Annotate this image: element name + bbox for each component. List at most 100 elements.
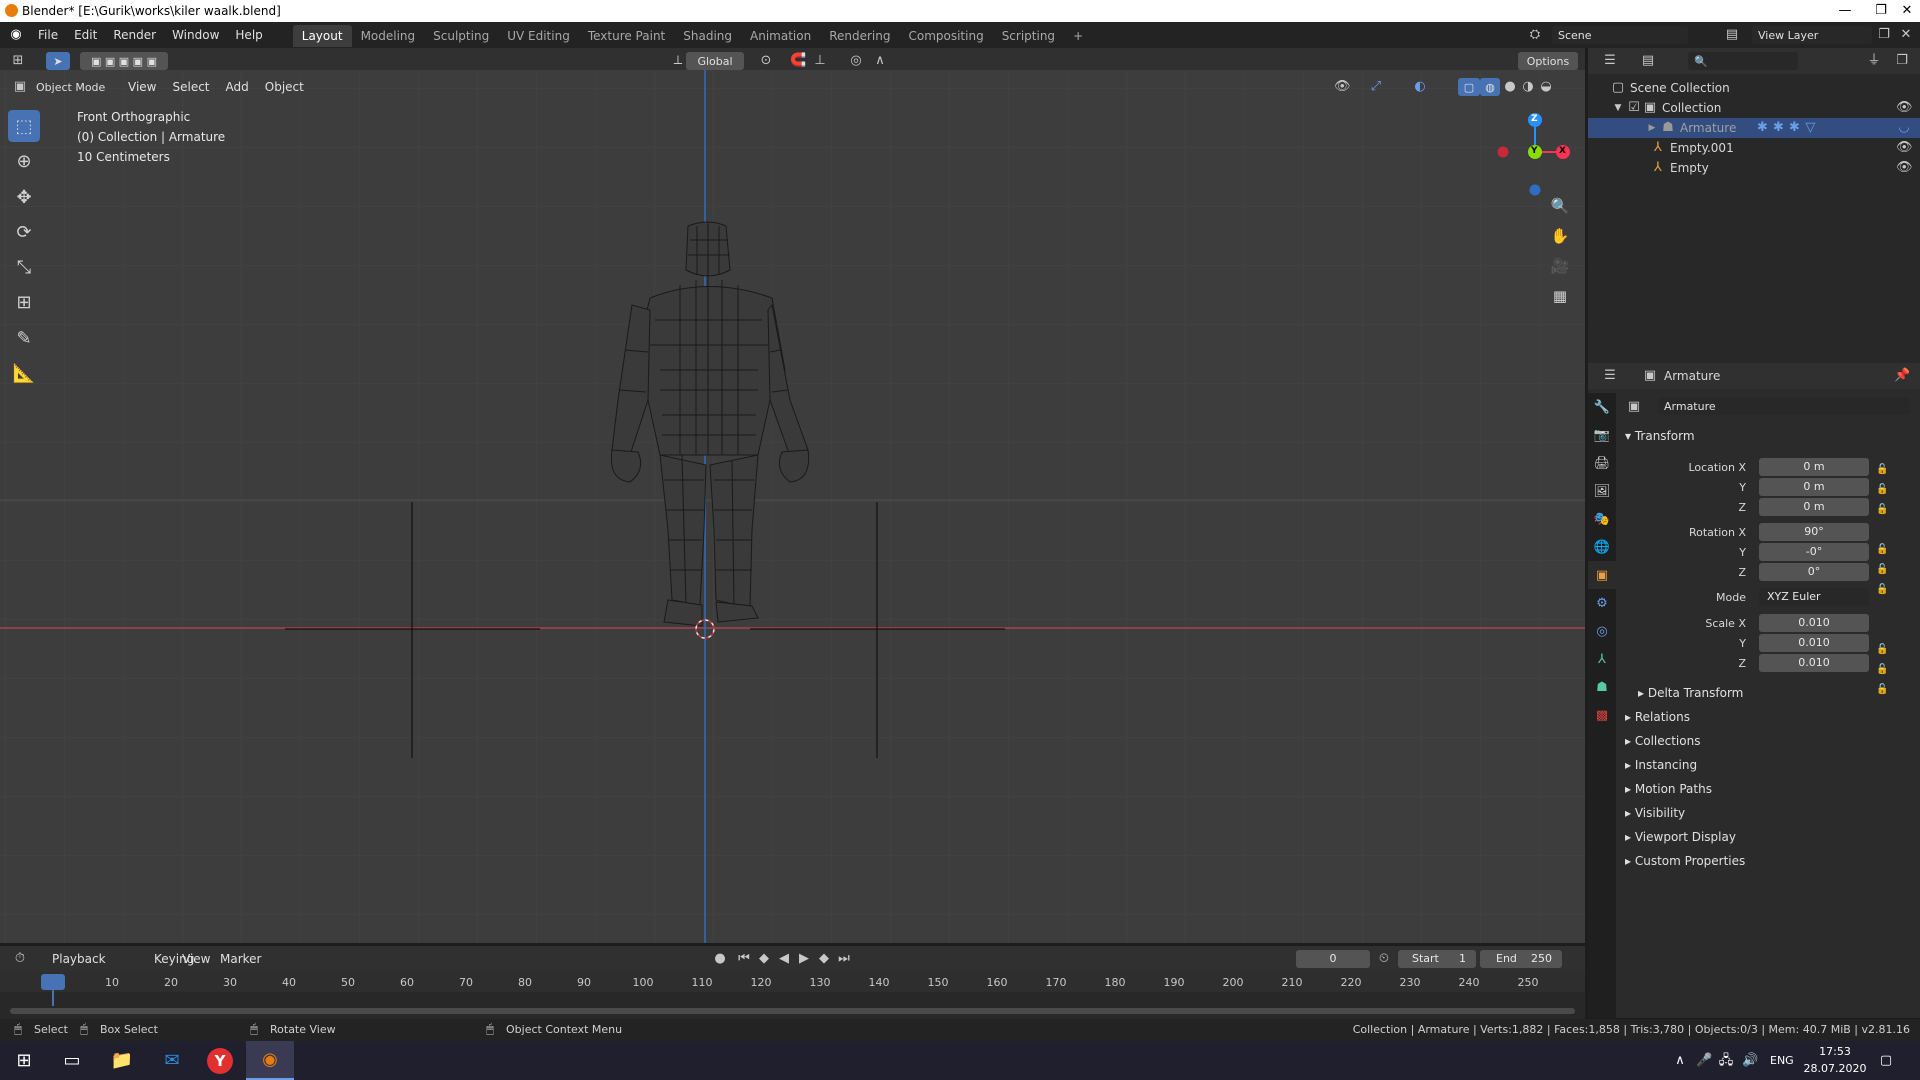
instancing-panel-header[interactable]: ▸ Instancing bbox=[1625, 758, 1697, 772]
lock-icons[interactable]: 🔓 🔓 🔓 🔓 🔓 🔓 🔓 🔓 🔓 bbox=[1876, 460, 1892, 700]
checkbox-icon[interactable]: ☑ bbox=[1626, 100, 1642, 116]
transform-panel-header[interactable]: ▾ Transform bbox=[1625, 429, 1695, 443]
select-box-tool-icon[interactable]: ⬚ bbox=[8, 110, 40, 142]
expand-arrow-icon[interactable]: ▼ bbox=[1610, 100, 1626, 116]
measure-tool-icon[interactable]: 📐 bbox=[8, 357, 40, 389]
custom-properties-panel-header[interactable]: ▸ Custom Properties bbox=[1625, 854, 1745, 868]
world-tab-icon[interactable]: 🌐 bbox=[1588, 533, 1616, 561]
overlay-toggle-icon[interactable]: ◐ bbox=[1412, 79, 1428, 95]
transform-tool-icon[interactable]: ⊞ bbox=[8, 286, 40, 318]
pin-icon[interactable]: 📌 bbox=[1894, 368, 1910, 384]
view-layer-field[interactable]: View Layer bbox=[1752, 26, 1872, 44]
new-view-layer-icon[interactable]: ❐ bbox=[1876, 27, 1892, 43]
play-reverse-icon[interactable]: ◀ bbox=[776, 951, 792, 967]
tool-tab-icon[interactable]: 🔧 bbox=[1588, 393, 1616, 421]
play-icon[interactable]: ▶ bbox=[796, 951, 812, 967]
xray-toggle-icon[interactable]: ▢ bbox=[1458, 78, 1480, 96]
snap-icon[interactable]: 🧲 bbox=[790, 53, 806, 69]
timeline-menu-playback[interactable]: Playback bbox=[44, 946, 114, 972]
outliner-search-input[interactable]: 🔍 bbox=[1688, 52, 1798, 70]
editor-type-icon[interactable]: ⊞ bbox=[10, 53, 26, 69]
expand-arrow-icon[interactable]: ▶ bbox=[1644, 120, 1660, 136]
zoom-icon[interactable]: 🔍 bbox=[1546, 192, 1574, 220]
prev-keyframe-icon[interactable]: ◆ bbox=[756, 951, 772, 967]
relations-panel-header[interactable]: ▸ Relations bbox=[1625, 710, 1690, 724]
tab-shading[interactable]: Shading bbox=[674, 25, 741, 47]
rendered-shading-icon[interactable]: ◒ bbox=[1538, 79, 1554, 95]
jump-end-icon[interactable]: ⏭ bbox=[836, 951, 852, 967]
rotation-y-field[interactable]: -0° bbox=[1759, 543, 1869, 561]
outliner-row-empty[interactable]: ⅄ Empty 👁 bbox=[1588, 158, 1920, 178]
mail-icon[interactable]: ✉ bbox=[148, 1041, 196, 1080]
mesh-data-icon[interactable]: ▽ bbox=[1802, 120, 1818, 136]
tab-compositing[interactable]: Compositing bbox=[899, 25, 992, 47]
viewport-display-panel-header[interactable]: ▸ Viewport Display bbox=[1625, 830, 1736, 844]
collections-panel-header[interactable]: ▸ Collections bbox=[1625, 734, 1700, 748]
new-collection-icon[interactable]: ❐ bbox=[1894, 53, 1910, 69]
pose-icon[interactable]: ✱ bbox=[1754, 120, 1770, 136]
modifier-icon[interactable]: ✱ bbox=[1786, 120, 1802, 136]
view-layer-icon[interactable]: ▤ bbox=[1724, 27, 1740, 43]
tab-scripting[interactable]: Scripting bbox=[993, 25, 1064, 47]
windows-start-icon[interactable]: ⊞ bbox=[0, 1041, 48, 1080]
timeline-menu-marker[interactable]: Marker bbox=[212, 946, 269, 972]
tab-sculpting[interactable]: Sculpting bbox=[424, 25, 498, 47]
yandex-browser-icon[interactable]: Y bbox=[196, 1041, 244, 1080]
notifications-icon[interactable]: ▢ bbox=[1878, 1053, 1894, 1069]
scene-field[interactable]: Scene bbox=[1552, 26, 1688, 44]
modifier-tab-icon[interactable]: ⚙ bbox=[1588, 589, 1616, 617]
volume-icon[interactable]: 🔊 bbox=[1742, 1053, 1758, 1069]
tab-modeling[interactable]: Modeling bbox=[352, 25, 425, 47]
current-frame-field[interactable]: 0 bbox=[1296, 950, 1370, 968]
scale-x-field[interactable]: 0.010 bbox=[1759, 614, 1869, 632]
options-dropdown[interactable]: Options bbox=[1518, 52, 1578, 70]
view-layer-tab-icon[interactable]: 🖼 bbox=[1588, 477, 1616, 505]
viewport-menu-add[interactable]: Add bbox=[218, 74, 257, 100]
timeline-scrollbar[interactable] bbox=[10, 1008, 1575, 1014]
tab-layout[interactable]: Layout bbox=[292, 25, 352, 47]
display-mode-icon[interactable]: ▤ bbox=[1640, 53, 1656, 69]
viewport-menu-select[interactable]: Select bbox=[164, 74, 217, 100]
outliner-row-collection[interactable]: ▼ ☑ ▣ Collection 👁 bbox=[1588, 98, 1920, 118]
end-frame-field[interactable]: End 250 bbox=[1480, 950, 1562, 968]
outliner-editor-icon[interactable]: ☰ bbox=[1602, 53, 1618, 69]
ortho-grid-icon[interactable]: ▦ bbox=[1546, 282, 1574, 310]
jump-start-icon[interactable]: ⏮ bbox=[736, 951, 752, 967]
close-button[interactable]: ✕ bbox=[1894, 0, 1920, 22]
viewport-menu-object[interactable]: Object bbox=[257, 74, 312, 100]
physics-tab-icon[interactable]: ◎ bbox=[1588, 617, 1616, 645]
maximize-button[interactable]: ❐ bbox=[1868, 0, 1894, 22]
remove-view-layer-icon[interactable]: ✕ bbox=[1898, 27, 1914, 43]
timeline-area[interactable]: 0102030405060708090100110120130140150160… bbox=[0, 972, 1585, 1019]
object-data-icon[interactable]: ▣ bbox=[1626, 399, 1642, 415]
orientation-icon[interactable]: ⟂ bbox=[670, 53, 686, 69]
location-z-field[interactable]: 0 m bbox=[1759, 498, 1869, 516]
3d-viewport[interactable]: Front Orthographic (0) Collection | Arma… bbox=[0, 70, 1585, 943]
delta-transform-header[interactable]: ▸ Delta Transform bbox=[1638, 686, 1743, 700]
eye-icon[interactable]: 👁 bbox=[1896, 160, 1913, 176]
hidden-icon[interactable]: ◡ bbox=[1896, 120, 1912, 136]
blender-menu-icon[interactable]: ◉ bbox=[8, 27, 24, 43]
falloff-icon[interactable]: ∧ bbox=[872, 53, 888, 69]
material-shading-icon[interactable]: ◑ bbox=[1520, 79, 1536, 95]
viewport-menu-view[interactable]: View bbox=[120, 74, 164, 100]
object-name-field[interactable]: Armature bbox=[1658, 397, 1910, 415]
menu-edit[interactable]: Edit bbox=[66, 22, 105, 48]
select-tool-icon[interactable]: ➤ bbox=[46, 52, 70, 70]
blender-taskbar-icon[interactable]: ◉ bbox=[246, 1041, 294, 1080]
render-tab-icon[interactable]: 📷 bbox=[1588, 421, 1616, 449]
object-tab-icon[interactable]: ▣ bbox=[1588, 561, 1616, 589]
add-workspace-button[interactable]: + bbox=[1064, 25, 1092, 47]
visibility-icon[interactable]: 👁 bbox=[1334, 79, 1351, 95]
filter-icon[interactable]: ⏚ bbox=[1866, 53, 1882, 69]
armature-data-tab-icon[interactable]: ☗ bbox=[1588, 673, 1616, 701]
scale-tool-icon[interactable]: ⤡ bbox=[8, 251, 40, 283]
tab-rendering[interactable]: Rendering bbox=[820, 25, 899, 47]
solid-shading-icon[interactable]: ● bbox=[1502, 79, 1518, 95]
cursor-tool-icon[interactable]: ⊕ bbox=[8, 145, 40, 177]
menu-window[interactable]: Window bbox=[164, 22, 227, 48]
record-icon[interactable]: ● bbox=[712, 951, 728, 967]
location-x-field[interactable]: 0 m bbox=[1759, 458, 1869, 476]
eye-icon[interactable]: 👁 bbox=[1896, 140, 1913, 156]
preview-range-icon[interactable]: ⏲ bbox=[1376, 951, 1392, 967]
